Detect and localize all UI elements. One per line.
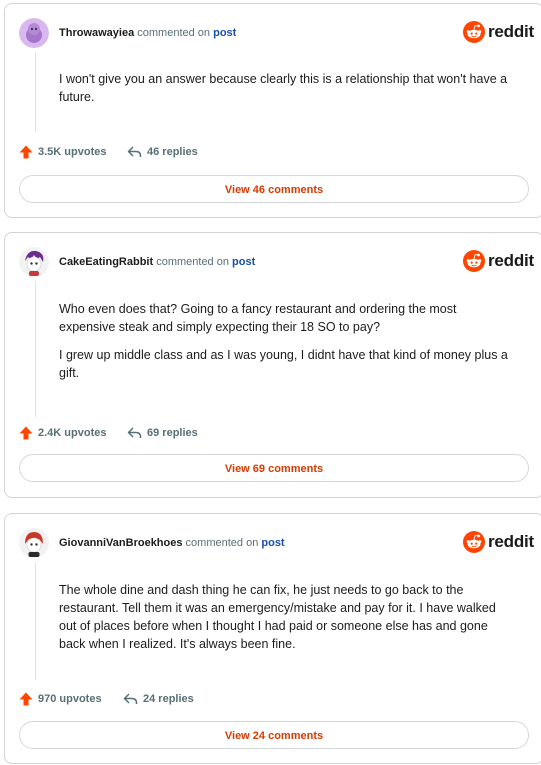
reddit-brand[interactable]: reddit (463, 250, 534, 274)
view-comments-button[interactable]: View 46 comments (19, 175, 529, 203)
thread-line (35, 52, 36, 132)
comment-header: CakeEatingRabbit commented on post reddi… (19, 247, 534, 277)
replies-count: 24 replies (143, 693, 194, 705)
comment-meta: Throwawayiea commented on post (59, 27, 236, 39)
comment-card: CakeEatingRabbit commented on post reddi… (4, 232, 541, 498)
upvote-count: 970 upvotes (38, 693, 102, 705)
comment-body: The whole dine and dash thing he can fix… (59, 581, 515, 663)
comment-paragraph: I won't give you an answer because clear… (59, 72, 508, 104)
comment-actions: 970 upvotes 24 replies (19, 691, 319, 709)
comment-paragraph: Who even does that? Going to a fancy res… (59, 302, 457, 334)
upvote-arrow-icon (19, 145, 33, 159)
comment-card: Throwawayiea commented on post reddit I … (4, 3, 541, 218)
comment-paragraph: The whole dine and dash thing he can fix… (59, 583, 496, 651)
comment-header: Throwawayiea commented on post reddit (19, 18, 534, 48)
post-link[interactable]: post (261, 537, 284, 549)
thread-line (35, 562, 36, 680)
commented-on-text: commented on (137, 27, 211, 39)
view-comments-button[interactable]: View 69 comments (19, 454, 529, 482)
comment-actions: 2.4K upvotes 69 replies (19, 425, 319, 443)
post-link[interactable]: post (213, 27, 236, 39)
reddit-logo-icon (463, 21, 485, 43)
comment-card: GiovanniVanBroekhoes commented on post r… (4, 513, 541, 764)
reddit-logo-icon (463, 531, 485, 553)
comment-actions: 3.5K upvotes 46 replies (19, 144, 319, 162)
reply-arrow-icon (127, 146, 142, 157)
comment-meta: GiovanniVanBroekhoes commented on post (59, 537, 285, 549)
reddit-wordmark: reddit (488, 532, 535, 551)
comment-body: Who even does that? Going to a fancy res… (59, 300, 515, 392)
replies-count: 46 replies (147, 146, 198, 158)
reddit-wordmark: reddit (488, 22, 535, 41)
reddit-wordmark: reddit (488, 251, 535, 270)
upvote-arrow-icon (19, 692, 33, 706)
comment-header: GiovanniVanBroekhoes commented on post r… (19, 528, 534, 558)
comment-body: I won't give you an answer because clear… (59, 70, 515, 116)
upvote-count: 2.4K upvotes (38, 427, 107, 439)
username-link[interactable]: GiovanniVanBroekhoes (59, 537, 182, 549)
username-link[interactable]: CakeEatingRabbit (59, 256, 153, 268)
thread-line (35, 281, 36, 417)
avatar[interactable] (19, 18, 49, 48)
reddit-brand[interactable]: reddit (463, 21, 534, 45)
post-link[interactable]: post (232, 256, 255, 268)
commented-on-text: commented on (185, 537, 259, 549)
view-comments-button[interactable]: View 24 comments (19, 721, 529, 749)
username-link[interactable]: Throwawayiea (59, 27, 134, 39)
upvote-count: 3.5K upvotes (38, 146, 107, 158)
comment-paragraph: I grew up middle class and as I was youn… (59, 348, 508, 380)
replies-count: 69 replies (147, 427, 198, 439)
comment-meta: CakeEatingRabbit commented on post (59, 256, 255, 268)
reply-arrow-icon (127, 427, 142, 438)
upvote-arrow-icon (19, 426, 33, 440)
avatar[interactable] (19, 247, 49, 277)
avatar[interactable] (19, 528, 49, 558)
commented-on-text: commented on (156, 256, 229, 268)
reply-arrow-icon (123, 693, 138, 704)
reddit-brand[interactable]: reddit (463, 531, 534, 555)
reddit-logo-icon (463, 250, 485, 272)
